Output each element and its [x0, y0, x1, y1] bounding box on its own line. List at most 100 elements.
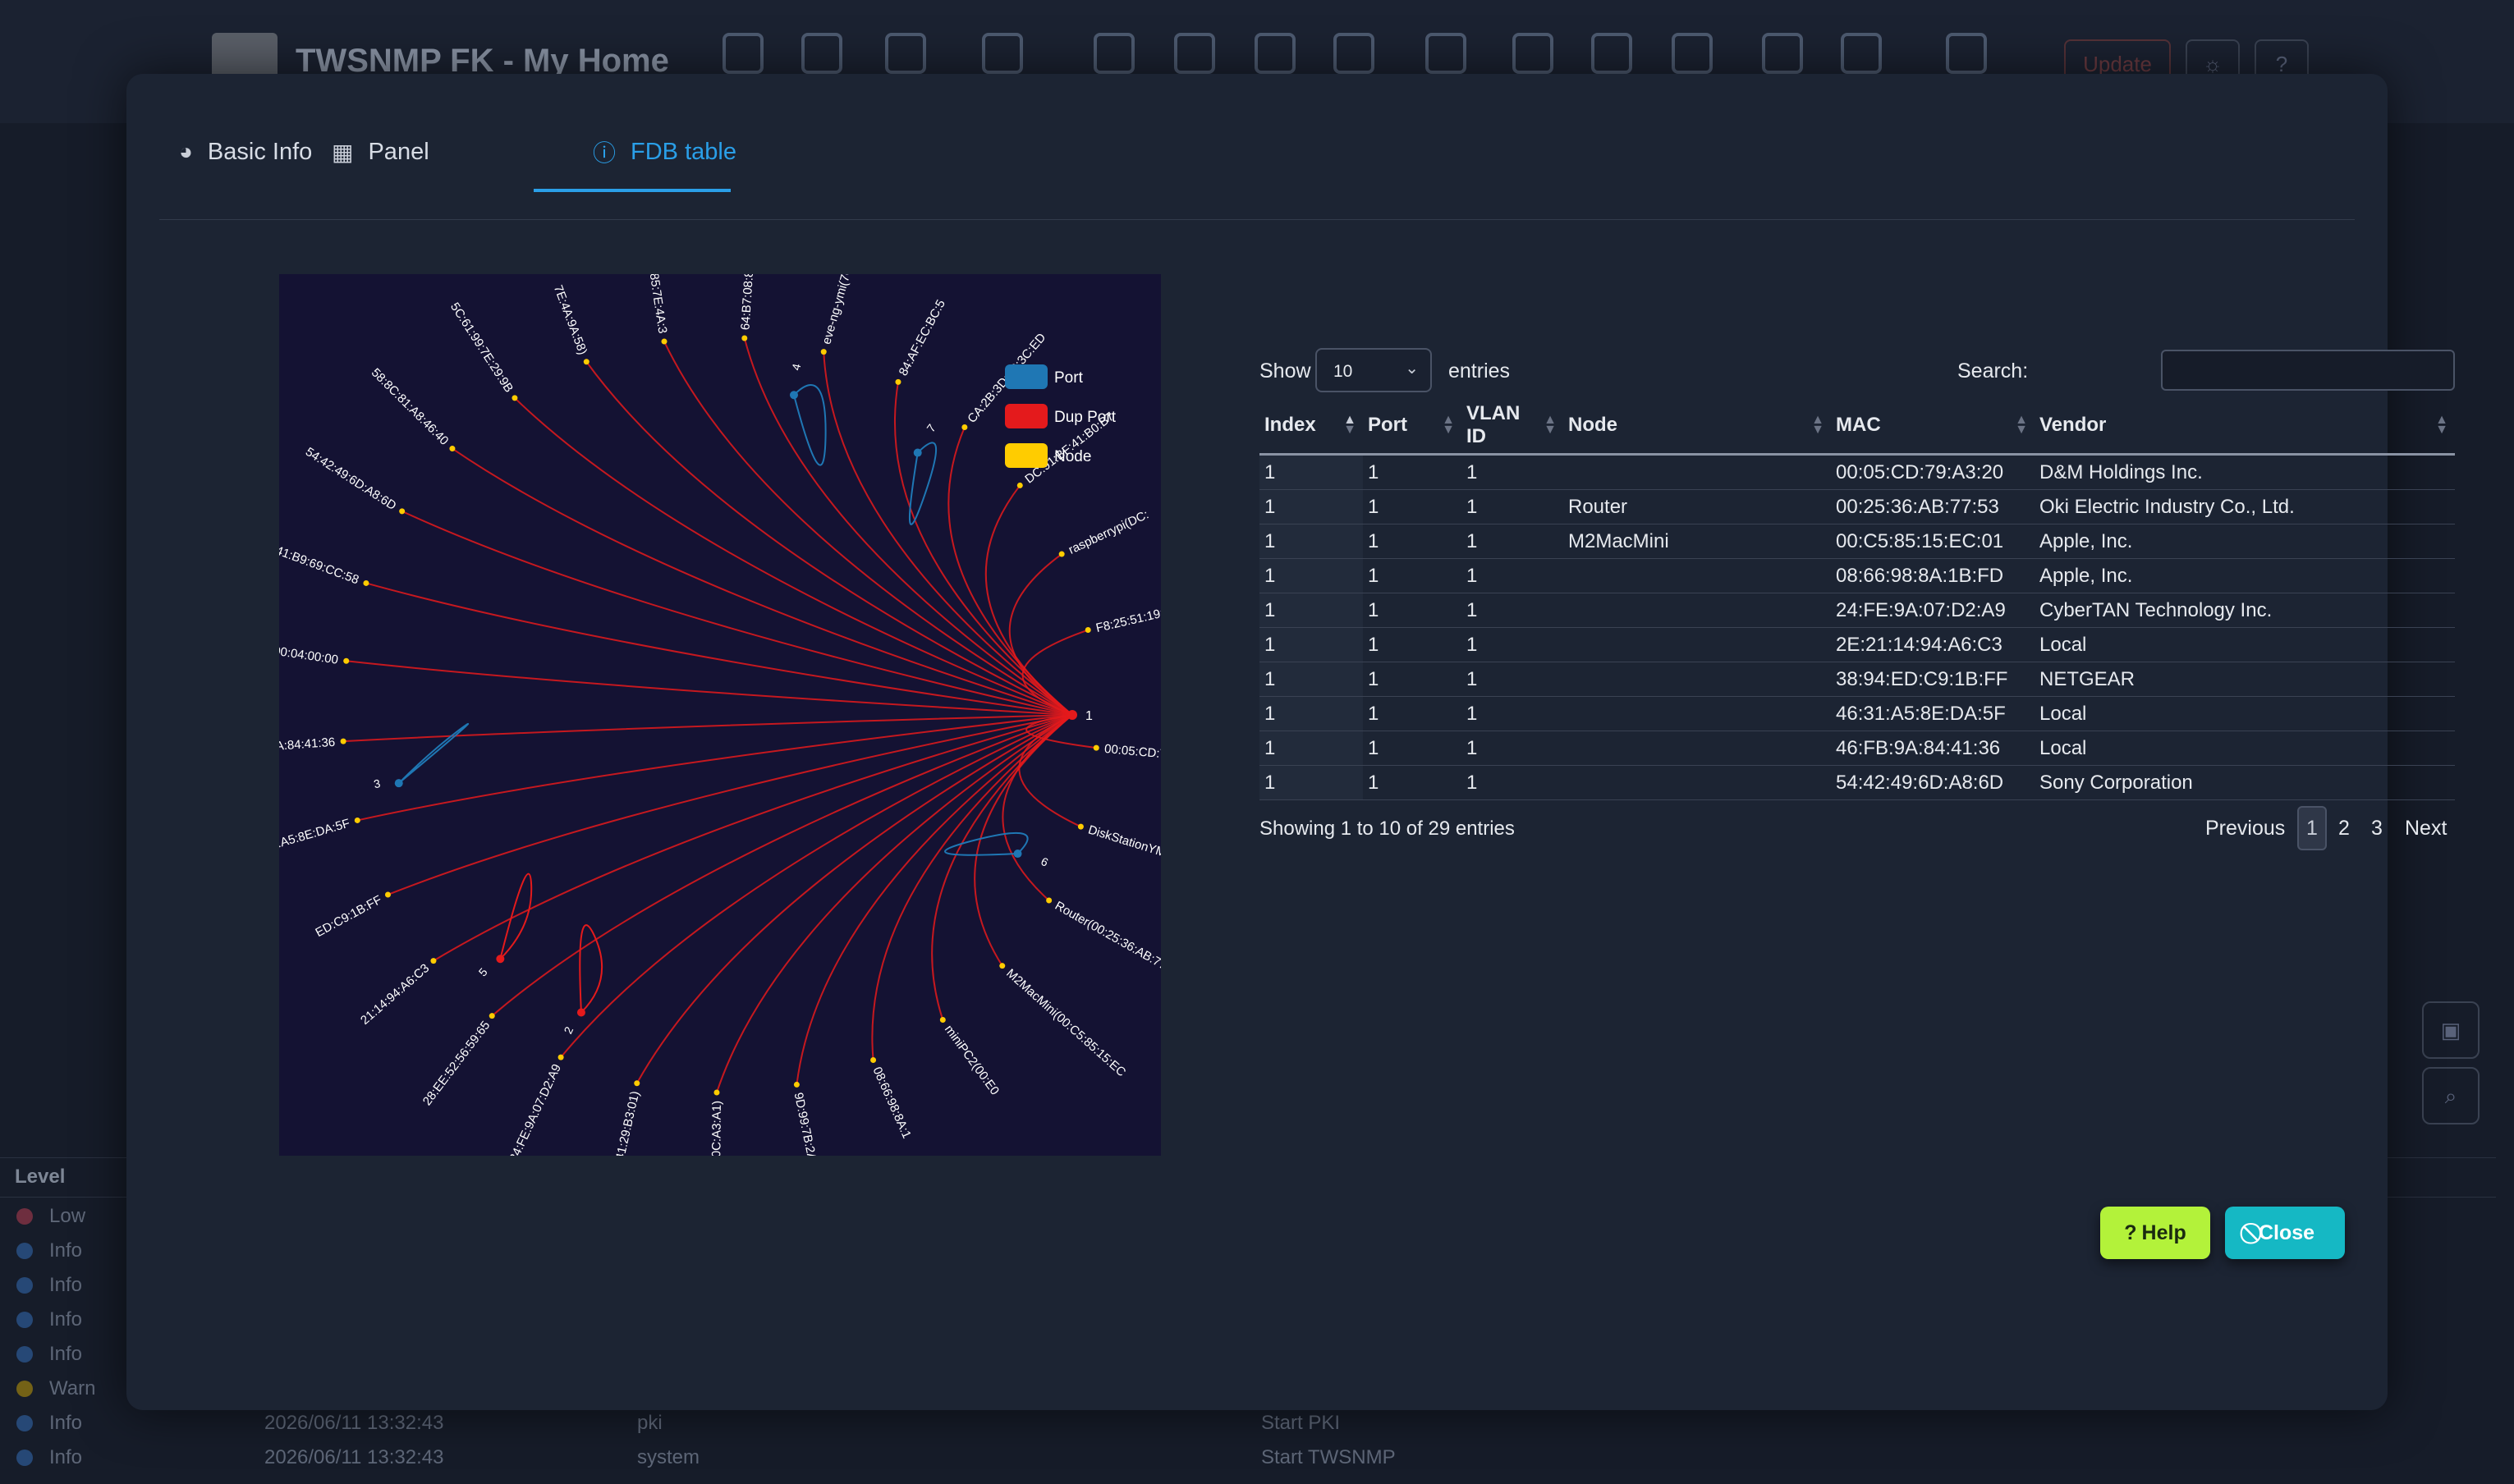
fdb-node-dot[interactable] [1016, 482, 1023, 488]
fdb-port-dot[interactable] [1013, 850, 1022, 859]
dashboard-icon[interactable] [1174, 33, 1215, 74]
fdb-node-dot[interactable] [512, 395, 518, 401]
filter-icon[interactable] [1672, 33, 1713, 74]
fdb-node-dot[interactable] [399, 508, 406, 515]
chart-icon[interactable] [1841, 33, 1882, 74]
fdb-graph-svg[interactable]: 2 3 4 5 6 7 00:05:CD:79:A3 DiskStationYMI(00:11… [279, 274, 1161, 1156]
cell-node: Router [1563, 489, 1831, 524]
fdb-port-dot[interactable] [394, 779, 403, 788]
map-icon[interactable] [723, 33, 764, 74]
fdb-node-dot[interactable] [634, 1080, 640, 1087]
fdb-node-dot[interactable] [449, 446, 456, 452]
fdb-node-dot[interactable] [430, 958, 437, 964]
fdb-node-dot[interactable] [713, 1089, 720, 1096]
fdb-node-dot[interactable] [870, 1056, 877, 1063]
help-button[interactable]: ? Help [2100, 1207, 2210, 1259]
table-row[interactable]: 1 1 1 08:66:98:8A:1B:FD Apple, Inc. [1259, 558, 2455, 593]
fdb-port-dot[interactable] [576, 1008, 585, 1017]
fdb-node-dot[interactable] [999, 963, 1006, 969]
fdb-node-dot[interactable] [340, 738, 346, 744]
page-button-current[interactable]: 1 [2297, 806, 2327, 850]
fdb-node-dot[interactable] [489, 1013, 495, 1019]
fdb-node-dot[interactable] [961, 424, 968, 430]
gear-icon[interactable] [1946, 33, 1987, 74]
calendar-icon[interactable] [1333, 33, 1374, 74]
fdb-node-dot[interactable] [1085, 627, 1091, 634]
tab-panel[interactable]: ▦ Panel [332, 107, 429, 197]
column-header-node[interactable]: Node ▲ ▼ [1563, 397, 1831, 456]
calendar-check-icon[interactable] [1255, 33, 1296, 74]
list-icon[interactable] [1094, 33, 1135, 74]
close-button[interactable]: ⃠ Close [2225, 1207, 2345, 1259]
fdb-graph[interactable]: 2 3 4 5 6 7 00:05:CD:79:A3 DiskStationYMI(00:11… [279, 274, 1161, 1156]
save-icon[interactable]: ▣ [2422, 1001, 2480, 1059]
table-row[interactable]: 1 1 1 46:FB:9A:84:41:36 Local [1259, 731, 2455, 766]
fdb-node-dot[interactable] [354, 817, 360, 823]
fdb-node-label: 28:EE:52:56:59:65 [420, 1019, 493, 1108]
warning-icon[interactable] [1425, 33, 1466, 74]
fdb-node-dot[interactable] [1093, 744, 1099, 751]
fdb-node-dot[interactable] [895, 378, 901, 385]
laptop-icon[interactable] [801, 33, 842, 74]
log-row[interactable]: Info 2026/06/11 13:32:43 system Start TWSNM… [16, 1441, 2480, 1476]
column-header-vlan-id[interactable]: VLAN ID ▲ ▼ [1461, 397, 1563, 456]
cell-vendor: CyberTAN Technology Inc. [2035, 593, 2455, 628]
column-header-vendor[interactable]: Vendor ▲ ▼ [2035, 397, 2455, 456]
table-row[interactable]: 1 1 1 M2MacMini 00:C5:85:15:EC:01 Apple, Inc. [1259, 524, 2455, 559]
tasks-icon[interactable] [982, 33, 1023, 74]
previous-button[interactable]: Previous [2205, 806, 2285, 850]
search-input[interactable] [2161, 350, 2455, 391]
palette-icon[interactable] [1762, 33, 1803, 74]
page-size-value: 10 [1333, 362, 1353, 381]
fdb-node-dot[interactable] [557, 1054, 564, 1060]
table-row[interactable]: 1 1 1 Router 00:25:36:AB:77:53 Oki Electric I… [1259, 489, 2455, 524]
page-button[interactable]: 3 [2371, 806, 2383, 850]
fdb-node-dot[interactable] [1058, 551, 1065, 557]
column-header-mac[interactable]: MAC ▲ ▼ [1831, 397, 2035, 456]
column-label: VLAN ID [1466, 402, 1521, 447]
table-row[interactable]: 1 1 1 38:94:ED:C9:1B:FF NETGEAR [1259, 662, 2455, 697]
log-row[interactable]: Info 2026/06/11 13:32:43 pki Start PKI [16, 1407, 2480, 1441]
log-level: Low [49, 1205, 86, 1227]
fdb-node-dot[interactable] [1077, 823, 1084, 830]
telescope-icon[interactable] [1591, 33, 1632, 74]
page-size-select[interactable]: 10 ⌄ [1315, 348, 1432, 392]
fdb-node-dot[interactable] [820, 349, 827, 355]
column-header-index[interactable]: Index ▲ ▼ [1259, 397, 1363, 456]
cell-port: 1 [1363, 558, 1461, 593]
sort-icon: ▲ ▼ [2435, 413, 2448, 437]
table-row[interactable]: 1 1 1 54:42:49:6D:A8:6D Sony Corporation [1259, 765, 2455, 800]
fdb-node-dot[interactable] [661, 338, 667, 345]
fdb-node-dot[interactable] [583, 359, 590, 365]
table-row[interactable]: 1 1 1 2E:21:14:94:A6:C3 Local [1259, 627, 2455, 662]
check-icon[interactable] [1512, 33, 1553, 74]
fdb-node-dot[interactable] [939, 1016, 946, 1023]
grid-icon: ▦ [332, 139, 354, 165]
tab-fdb-table[interactable]: ⓘ FDB table [593, 107, 736, 197]
page-button[interactable]: 2 [2338, 806, 2350, 850]
next-button[interactable]: Next [2405, 806, 2447, 850]
tab-basic-info[interactable]: ◕ Basic Info [179, 107, 312, 197]
network-icon[interactable] [885, 33, 926, 74]
fdb-port-dot[interactable] [913, 448, 922, 457]
table-row[interactable]: 1 1 1 46:31:A5:8E:DA:5F Local [1259, 696, 2455, 731]
fdb-node-dot[interactable] [384, 891, 391, 898]
fdb-node-dot[interactable] [741, 335, 748, 341]
table-row[interactable]: 1 1 1 24:FE:9A:07:D2:A9 CyberTAN Technology … [1259, 593, 2455, 628]
table-row[interactable]: 1 1 1 00:05:CD:79:A3:20 D&M Holdings Inc. [1259, 454, 2455, 490]
fdb-node-dot[interactable] [343, 657, 350, 664]
cell-vendor: Local [2035, 627, 2455, 662]
fdb-port-dot[interactable] [496, 955, 505, 964]
pie-icon: ◕ [179, 139, 193, 164]
fdb-hub-dot[interactable] [1067, 710, 1077, 720]
fdb-node-dot[interactable] [793, 1081, 800, 1088]
fdb-node-dot[interactable] [1046, 897, 1053, 904]
zoom-icon[interactable]: ⌕ [2422, 1067, 2480, 1124]
info-icon: ⓘ [593, 140, 617, 166]
fdb-node-label: 50:41:B9:69:CC:58 [279, 538, 360, 587]
fdb-node-dot[interactable] [363, 579, 369, 586]
column-header-port[interactable]: Port ▲ ▼ [1363, 397, 1461, 456]
fdb-node-label: eve-ng-ymi(7C:83:34:BE:F7:1 [819, 274, 878, 346]
fdb-node-label: 54:42:49:6D:A8:6D [303, 445, 399, 513]
fdb-port-dot[interactable] [789, 391, 798, 400]
